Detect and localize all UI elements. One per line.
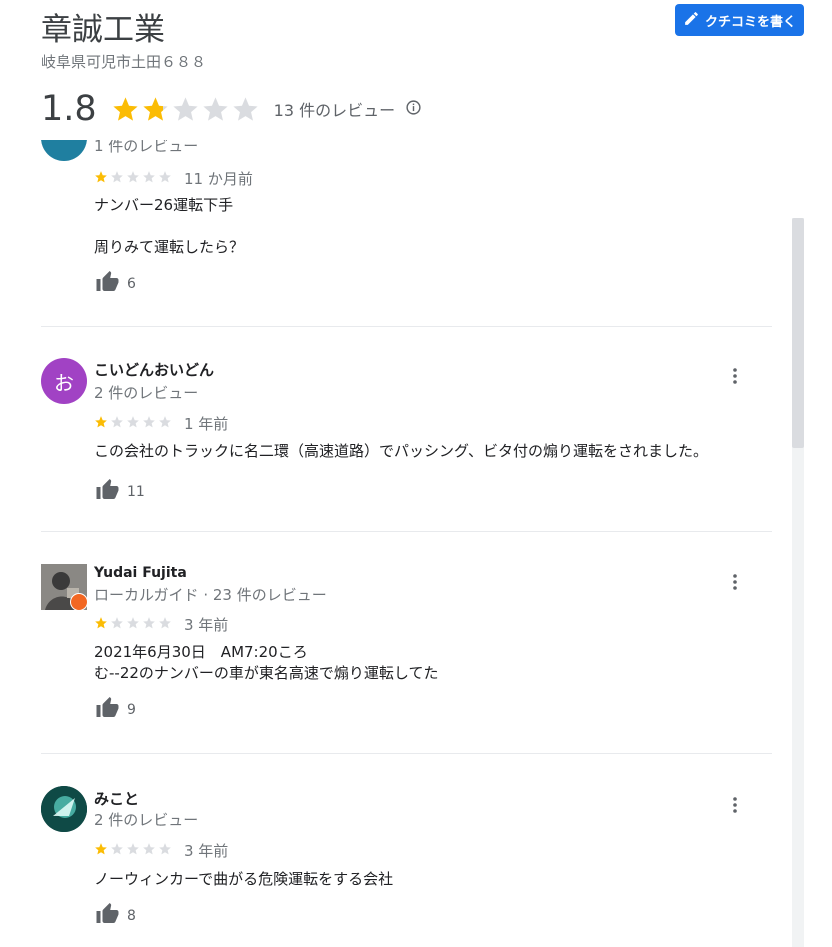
avatar[interactable]	[41, 564, 88, 611]
more-options-button[interactable]	[725, 366, 745, 390]
star-icon	[203, 96, 228, 121]
write-review-button[interactable]: クチコミを書く	[675, 4, 804, 36]
star-rating-icon	[94, 169, 174, 188]
star-icon	[143, 843, 155, 855]
more-options-button[interactable]	[725, 572, 745, 596]
star-icon	[111, 416, 123, 428]
avatar[interactable]	[41, 786, 87, 832]
star-icon	[159, 617, 171, 629]
star-icon	[143, 171, 155, 183]
star-icon	[143, 96, 168, 121]
like-count: 6	[127, 276, 136, 292]
star-icon	[95, 843, 107, 855]
review-rating: 3 年前	[94, 614, 228, 635]
review-text: 2021年6月30日 AM7:20ころ む--22のナンバーの車が東名高速で煽り…	[94, 643, 439, 682]
more-vert-icon	[733, 797, 737, 817]
star-icon	[95, 617, 107, 629]
star-icon	[127, 617, 139, 629]
rating-value: 1.8	[41, 89, 97, 129]
thumbs-up-icon	[94, 902, 121, 930]
more-vert-icon	[733, 368, 737, 388]
divider	[41, 326, 772, 327]
scrollbar-thumb[interactable]	[792, 218, 804, 448]
more-options-button[interactable]	[725, 795, 745, 819]
avatar[interactable]: お	[41, 358, 87, 404]
avatar-photo-icon	[41, 786, 87, 832]
author-review-count[interactable]: 2 件のレビュー	[94, 809, 198, 830]
author-name[interactable]: Yudai Fujita	[94, 565, 187, 581]
author-review-count[interactable]: 2 件のレビュー	[94, 382, 198, 403]
review-date: 11 か月前	[184, 170, 253, 188]
author-name[interactable]: みこと	[94, 788, 139, 809]
divider	[41, 531, 772, 532]
review-rating: 11 か月前	[94, 168, 253, 189]
business-header: 章誠工業 岐阜県可児市土田６８８ クチコミを書く 1.8 13 件のレビュー	[0, 0, 832, 140]
like-button[interactable]: 9	[94, 696, 136, 724]
review-card: お こいどんおいどん 2 件のレビュー 1 年前 この会社のトラックに名二環（高…	[41, 357, 772, 517]
author-review-count[interactable]: 1 件のレビュー	[94, 140, 198, 156]
star-rating-icon	[94, 615, 174, 634]
write-review-label: クチコミを書く	[704, 14, 796, 30]
more-vert-icon	[733, 574, 737, 594]
like-count: 9	[127, 702, 136, 718]
star-icon	[233, 96, 258, 121]
star-icon	[127, 416, 139, 428]
review-date: 1 年前	[184, 415, 229, 433]
star-icon	[113, 96, 138, 121]
star-icon	[159, 416, 171, 428]
thumbs-up-icon	[94, 696, 121, 724]
star-icon	[159, 843, 171, 855]
local-guide-badge-icon	[70, 593, 88, 611]
star-icon	[95, 171, 107, 183]
author-name[interactable]: こいどんおいどん	[94, 359, 214, 380]
overall-rating: 1.8 13 件のレビュー	[41, 88, 422, 130]
review-card: 1 件のレビュー 11 か月前 ナンバー26運転下手 周りみて運転したら？ 6	[41, 140, 772, 292]
star-icon	[173, 96, 198, 121]
thumbs-up-icon	[94, 478, 121, 506]
star-rating-icon	[94, 841, 174, 860]
review-rating: 3 年前	[94, 840, 228, 861]
star-icon	[159, 171, 171, 183]
review-rating: 1 年前	[94, 413, 228, 434]
like-button[interactable]: 8	[94, 902, 136, 930]
star-icon	[111, 171, 123, 183]
like-count: 8	[127, 908, 136, 924]
info-icon[interactable]	[395, 99, 422, 120]
business-address: 岐阜県可児市土田６８８	[41, 53, 207, 71]
star-icon	[111, 617, 123, 629]
star-icon	[111, 843, 123, 855]
review-date: 3 年前	[184, 616, 229, 634]
avatar-letter: お	[54, 370, 74, 395]
star-rating-icon	[111, 95, 260, 124]
like-button[interactable]: 11	[94, 478, 145, 506]
review-card: Yudai Fujita ローカルガイド · 23 件のレビュー 3 年前 20…	[41, 563, 772, 743]
like-button[interactable]: 6	[94, 270, 136, 298]
avatar[interactable]	[41, 140, 87, 161]
reviews-list[interactable]: 1 件のレビュー 11 か月前 ナンバー26運転下手 周りみて運転したら？ 6 …	[0, 140, 790, 947]
author-review-count[interactable]: ローカルガイド · 23 件のレビュー	[94, 584, 327, 605]
star-icon	[143, 617, 155, 629]
review-text: ナンバー26運転下手 周りみて運転したら？	[94, 196, 245, 256]
review-text: ノーウィンカーで曲がる危険運転をする会社	[94, 870, 394, 888]
thumbs-up-icon	[94, 270, 121, 298]
star-icon	[127, 171, 139, 183]
star-icon	[143, 416, 155, 428]
review-count-link[interactable]: 13 件のレビュー	[274, 97, 395, 121]
star-icon	[127, 843, 139, 855]
star-icon	[95, 416, 107, 428]
review-text: この会社のトラックに名二環（高速道路）でパッシング、ビタ付の煽り運転をされました…	[94, 442, 708, 460]
business-name: 章誠工業	[41, 12, 165, 48]
divider	[41, 753, 772, 754]
star-rating-icon	[94, 414, 174, 433]
review-card: みこと 2 件のレビュー 3 年前 ノーウィンカーで曲がる危険運転をする会社 8	[41, 786, 772, 946]
like-count: 11	[127, 484, 145, 500]
pencil-icon	[683, 10, 700, 31]
review-date: 3 年前	[184, 842, 229, 860]
